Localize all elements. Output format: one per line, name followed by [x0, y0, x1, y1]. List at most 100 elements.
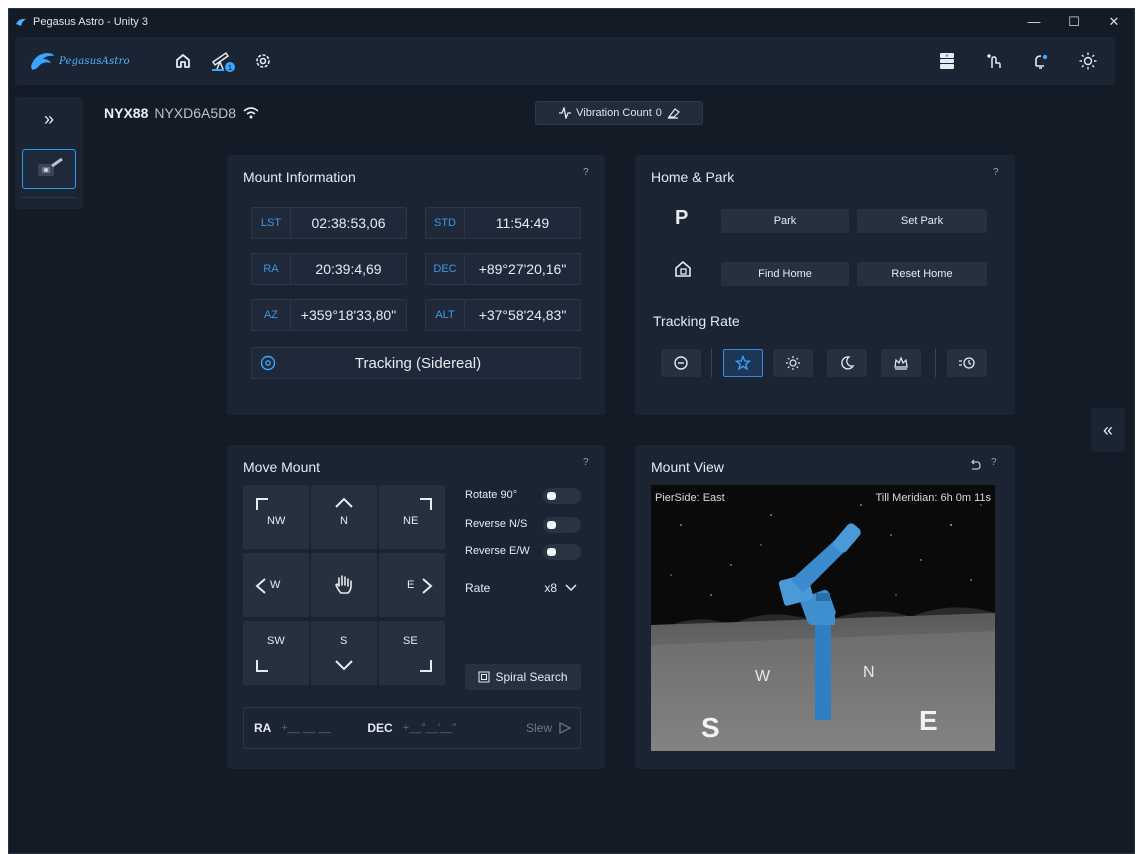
- slew-ra-input[interactable]: +__ __ __: [281, 722, 341, 734]
- moon-icon: [841, 356, 855, 370]
- chevron-down-icon: [335, 660, 353, 671]
- move-s-button[interactable]: S: [311, 621, 377, 685]
- move-mount-help-button[interactable]: ?: [583, 457, 589, 468]
- move-n-button[interactable]: N: [311, 485, 377, 549]
- az-value: +359°18'33,80": [300, 307, 397, 323]
- tracking-gear-icon: [260, 355, 276, 371]
- rate-select[interactable]: x8: [505, 575, 581, 601]
- std-field: STD 11:54:49: [425, 207, 581, 239]
- slew-ra-label: RA: [254, 721, 272, 735]
- device-name: NYX88: [104, 105, 149, 121]
- w-label: W: [270, 579, 281, 591]
- wifi-signal-icon: [243, 107, 259, 119]
- corner-nw-icon: [256, 498, 268, 510]
- mount-3d-scene: S W N E: [651, 485, 995, 751]
- home-find-icon: [675, 261, 691, 277]
- home-park-panel: Home & Park ? P Park Set Park Find Home …: [635, 155, 1015, 415]
- vibration-count-badge[interactable]: Vibration Count 0: [535, 101, 703, 125]
- move-e-button[interactable]: E: [379, 553, 445, 617]
- tracking-sidereal-button[interactable]: [723, 349, 763, 377]
- tracking-lunar-button[interactable]: [827, 349, 867, 377]
- spiral-search-label: Spiral Search: [495, 670, 568, 684]
- maximize-button[interactable]: ☐: [1054, 14, 1094, 30]
- stop-circle-icon: [674, 356, 688, 370]
- chevron-left-icon: [255, 578, 266, 594]
- custom-clock-icon: [959, 357, 975, 369]
- move-ne-button[interactable]: NE: [379, 485, 445, 549]
- mount-device-thumbnail[interactable]: [22, 149, 76, 189]
- mount-information-help-button[interactable]: ?: [583, 167, 589, 178]
- alt-label: ALT: [435, 309, 455, 321]
- compass-w-label: W: [755, 668, 771, 685]
- reverse-ns-toggle[interactable]: [543, 517, 581, 533]
- theme-sun-icon[interactable]: [1064, 41, 1111, 81]
- app-window: Pegasus Astro - Unity 3 — ☐ ✕ PegasusAst…: [8, 8, 1135, 854]
- alt-field: ALT +37°58'24,83": [425, 299, 581, 331]
- reverse-ew-toggle[interactable]: [543, 544, 581, 560]
- reset-eraser-icon[interactable]: [666, 107, 680, 119]
- telescope-nav-icon[interactable]: 1: [203, 41, 243, 81]
- ne-label: NE: [403, 515, 419, 527]
- close-button[interactable]: ✕: [1094, 14, 1134, 30]
- tracking-solar-button[interactable]: [773, 349, 813, 377]
- move-mount-title: Move Mount: [243, 459, 321, 475]
- mount-3d-view[interactable]: S W N E PierSide: East Till Meridian: 6h…: [651, 485, 995, 751]
- sw-label: SW: [267, 635, 285, 647]
- stop-hand-icon: [335, 575, 352, 594]
- home-icon[interactable]: [163, 41, 203, 81]
- mount-view-help-button[interactable]: ?: [991, 457, 997, 468]
- tracking-rate-title: Tracking Rate: [653, 313, 740, 329]
- vibration-count: 0: [655, 107, 662, 119]
- play-arrow-icon: [559, 722, 572, 734]
- vibration-label: Vibration Count: [576, 107, 652, 119]
- std-label: STD: [434, 217, 456, 229]
- sidebar-divider: [21, 197, 77, 198]
- ra-field: RA 20:39:4,69: [251, 253, 407, 285]
- settings-gear-icon[interactable]: [243, 41, 283, 81]
- az-label: AZ: [263, 309, 279, 321]
- dec-field: DEC +89°27'20,16": [425, 253, 581, 285]
- tracking-custom-button[interactable]: [947, 349, 987, 377]
- rotate-90-toggle[interactable]: [543, 488, 581, 504]
- notification-bell-icon[interactable]: [1017, 41, 1064, 81]
- reset-view-icon[interactable]: [969, 459, 981, 471]
- park-button[interactable]: Park: [721, 209, 849, 233]
- pegasus-logo-icon: [31, 53, 54, 70]
- move-nw-button[interactable]: NW: [243, 485, 309, 549]
- az-field: AZ +359°18'33,80": [251, 299, 407, 331]
- mount-view-title: Mount View: [651, 459, 724, 475]
- spiral-search-button[interactable]: Spiral Search: [465, 664, 581, 690]
- expand-sidebar-button[interactable]: »: [15, 97, 83, 141]
- slew-button[interactable]: Slew: [526, 721, 572, 735]
- collapse-right-panel-button[interactable]: «: [1091, 408, 1125, 452]
- tracking-off-button[interactable]: [661, 349, 701, 377]
- corner-se-icon: [420, 660, 432, 672]
- home-park-help-button[interactable]: ?: [993, 167, 999, 178]
- window-title: Pegasus Astro - Unity 3: [33, 16, 148, 28]
- vibration-pulse-icon: [559, 107, 572, 119]
- till-meridian-text: Till Meridian: 6h 0m 11s: [875, 492, 991, 504]
- title-bar: Pegasus Astro - Unity 3 — ☐ ✕: [9, 9, 1134, 35]
- find-home-button[interactable]: Find Home: [721, 262, 849, 286]
- touch-gesture-icon[interactable]: [970, 41, 1017, 81]
- move-w-button[interactable]: W: [243, 553, 309, 617]
- reset-home-button[interactable]: Reset Home: [857, 262, 987, 286]
- home-park-title: Home & Park: [651, 169, 735, 185]
- move-se-button[interactable]: SE: [379, 621, 445, 685]
- move-sw-button[interactable]: SW: [243, 621, 309, 685]
- stop-hand-button[interactable]: [311, 553, 377, 617]
- lst-value: 02:38:53,06: [311, 215, 386, 231]
- minimize-button[interactable]: —: [1014, 14, 1054, 30]
- tracking-status: Tracking (Sidereal): [251, 347, 581, 379]
- lst-field: LST 02:38:53,06: [251, 207, 407, 239]
- slew-dec-input[interactable]: +__°__'__": [403, 722, 477, 734]
- chevron-down-icon: [565, 584, 577, 592]
- device-server-icon[interactable]: [923, 41, 970, 81]
- svg-text:1: 1: [228, 64, 232, 72]
- pegasus-logo: PegasusAstro: [29, 50, 147, 72]
- corner-sw-icon: [256, 660, 268, 672]
- mount-view-panel: Mount View ? S W N E PierSide: East Till…: [635, 445, 1015, 769]
- logo-text: PegasusAstro: [59, 55, 130, 67]
- tracking-king-button[interactable]: [881, 349, 921, 377]
- set-park-button[interactable]: Set Park: [857, 209, 987, 233]
